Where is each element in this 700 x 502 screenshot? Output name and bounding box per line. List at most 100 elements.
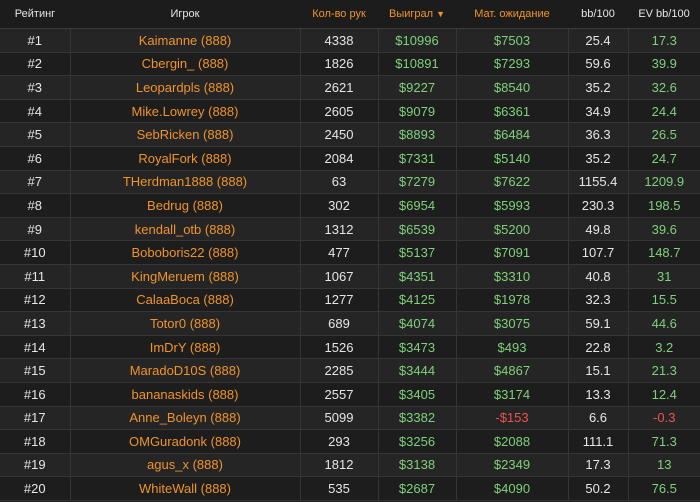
- cell-rank: #16: [0, 382, 71, 407]
- cell-hands: 1812: [300, 453, 379, 478]
- cell-ev-bb100: -0.3: [628, 406, 700, 431]
- cell-rank: #20: [0, 476, 71, 501]
- cell-rank: #9: [0, 217, 71, 242]
- cell-won: $3382: [378, 406, 457, 431]
- cell-hands: 2605: [300, 99, 379, 124]
- header-hands[interactable]: Кол-во рук: [300, 0, 378, 29]
- cell-bb100: 230.3: [568, 193, 629, 218]
- cell-player[interactable]: Mike.Lowrey (888): [70, 99, 301, 124]
- header-expectation[interactable]: Мат. ожидание: [456, 0, 568, 29]
- table-row: #17 Anne_Boleyn (888) 5099 $3382 -$153 6.6 -0.…: [0, 406, 700, 431]
- cell-player[interactable]: Totor0 (888): [70, 311, 301, 336]
- cell-player[interactable]: Cbergin_ (888): [70, 52, 301, 77]
- cell-expectation: $493: [456, 335, 569, 360]
- cell-ev-bb100: 39.9: [628, 52, 700, 77]
- cell-bb100: 107.7: [568, 240, 629, 265]
- table-row: #15 MaradoD10S (888) 2285 $3444 $4867 15.1 21.…: [0, 358, 700, 383]
- cell-player[interactable]: RoyalFork (888): [70, 146, 301, 171]
- header-ev-bb100[interactable]: EV bb/100: [628, 0, 700, 29]
- cell-bb100: 17.3: [568, 453, 629, 478]
- cell-player[interactable]: kendall_otb (888): [70, 217, 301, 242]
- cell-bb100: 40.8: [568, 264, 629, 289]
- cell-rank: #2: [0, 52, 71, 77]
- cell-won: $3138: [378, 453, 457, 478]
- cell-player[interactable]: OMGuradonk (888): [70, 429, 301, 454]
- cell-player[interactable]: bananaskids (888): [70, 382, 301, 407]
- cell-player[interactable]: KingMeruem (888): [70, 264, 301, 289]
- cell-expectation: $6361: [456, 99, 569, 124]
- header-bb100[interactable]: bb/100: [568, 0, 628, 29]
- cell-hands: 1312: [300, 217, 379, 242]
- cell-player[interactable]: Kaimanne (888): [70, 28, 301, 53]
- cell-expectation: $7293: [456, 52, 569, 77]
- cell-ev-bb100: 31: [628, 264, 700, 289]
- cell-player[interactable]: WhiteWall (888): [70, 476, 301, 501]
- cell-player[interactable]: SebRicken (888): [70, 122, 301, 147]
- cell-won: $6539: [378, 217, 457, 242]
- cell-player[interactable]: THerdman1888 (888): [70, 170, 301, 195]
- table-row: #6 RoyalFork (888) 2084 $7331 $5140 35.2 24.7: [0, 146, 700, 171]
- cell-rank: #12: [0, 288, 71, 313]
- cell-won: $9227: [378, 75, 457, 100]
- cell-rank: #3: [0, 75, 71, 100]
- leaderboard-table: Рейтинг Игрок Кол-во рук Выиграл ▼ Мат. о…: [0, 0, 700, 501]
- cell-expectation: $5993: [456, 193, 569, 218]
- leaderboard-body: #1 Kaimanne (888) 4338 $10996 $7503 25.4 17.3 #…: [0, 28, 700, 501]
- cell-hands: 689: [300, 311, 379, 336]
- table-row: #18 OMGuradonk (888) 293 $3256 $2088 111.1 71.…: [0, 429, 700, 454]
- cell-hands: 4338: [300, 28, 379, 53]
- cell-won: $3405: [378, 382, 457, 407]
- cell-bb100: 25.4: [568, 28, 629, 53]
- cell-ev-bb100: 21.3: [628, 358, 700, 383]
- cell-won: $10996: [378, 28, 457, 53]
- header-won[interactable]: Выиграл ▼: [378, 0, 456, 29]
- table-row: #11 KingMeruem (888) 1067 $4351 $3310 40.8 31: [0, 264, 700, 289]
- table-row: #3 Leopardpls (888) 2621 $9227 $8540 35.2 32.6: [0, 75, 700, 100]
- cell-player[interactable]: Anne_Boleyn (888): [70, 406, 301, 431]
- cell-hands: 1067: [300, 264, 379, 289]
- cell-ev-bb100: 15.5: [628, 288, 700, 313]
- cell-player[interactable]: Bedrug (888): [70, 193, 301, 218]
- cell-expectation: $2349: [456, 453, 569, 478]
- header-rank[interactable]: Рейтинг: [0, 0, 70, 29]
- cell-player[interactable]: CalaaBoca (888): [70, 288, 301, 313]
- cell-hands: 477: [300, 240, 379, 265]
- table-row: #16 bananaskids (888) 2557 $3405 $3174 13.3 12…: [0, 382, 700, 407]
- header-row: Рейтинг Игрок Кол-во рук Выиграл ▼ Мат. о…: [0, 0, 700, 29]
- cell-rank: #7: [0, 170, 71, 195]
- cell-player[interactable]: MaradoD10S (888): [70, 358, 301, 383]
- cell-rank: #13: [0, 311, 71, 336]
- cell-player[interactable]: ImDrY (888): [70, 335, 301, 360]
- cell-won: $4074: [378, 311, 457, 336]
- cell-won: $3256: [378, 429, 457, 454]
- cell-expectation: $3174: [456, 382, 569, 407]
- cell-ev-bb100: 39.6: [628, 217, 700, 242]
- cell-expectation: $4090: [456, 476, 569, 501]
- sort-down-icon: ▼: [436, 9, 445, 19]
- cell-bb100: 50.2: [568, 476, 629, 501]
- cell-won: $10891: [378, 52, 457, 77]
- cell-hands: 293: [300, 429, 379, 454]
- cell-ev-bb100: 76.5: [628, 476, 700, 501]
- table-row: #8 Bedrug (888) 302 $6954 $5993 230.3 198.5: [0, 193, 700, 218]
- cell-player[interactable]: Boboboris22 (888): [70, 240, 301, 265]
- cell-hands: 63: [300, 170, 379, 195]
- cell-bb100: 59.1: [568, 311, 629, 336]
- header-won-label: Выиграл: [389, 8, 434, 20]
- cell-won: $6954: [378, 193, 457, 218]
- cell-hands: 2450: [300, 122, 379, 147]
- cell-expectation: $2088: [456, 429, 569, 454]
- table-row: #4 Mike.Lowrey (888) 2605 $9079 $6361 34.9 24.…: [0, 99, 700, 124]
- header-player[interactable]: Игрок: [70, 0, 300, 29]
- cell-player[interactable]: Leopardpls (888): [70, 75, 301, 100]
- cell-rank: #6: [0, 146, 71, 171]
- table-row: #20 WhiteWall (888) 535 $2687 $4090 50.2 76.5: [0, 476, 700, 501]
- cell-rank: #8: [0, 193, 71, 218]
- table-row: #9 kendall_otb (888) 1312 $6539 $5200 49.8 39.…: [0, 217, 700, 242]
- cell-hands: 2557: [300, 382, 379, 407]
- cell-rank: #5: [0, 122, 71, 147]
- cell-bb100: 35.2: [568, 75, 629, 100]
- cell-hands: 1826: [300, 52, 379, 77]
- cell-ev-bb100: 148.7: [628, 240, 700, 265]
- cell-player[interactable]: agus_x (888): [70, 453, 301, 478]
